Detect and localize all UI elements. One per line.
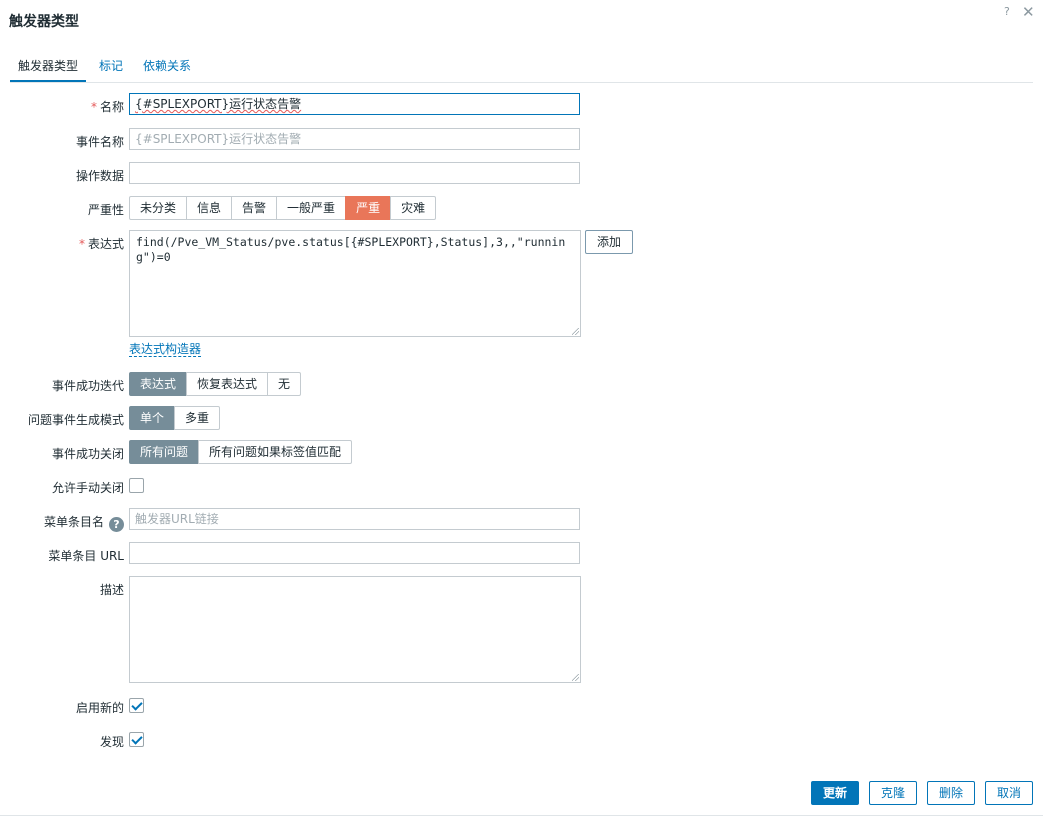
ok-close-tag-match[interactable]: 所有问题如果标签值匹配 xyxy=(198,440,353,464)
help-icon[interactable]: ? xyxy=(1004,5,1010,18)
severity-not-classified[interactable]: 未分类 xyxy=(129,196,188,220)
enabled-checkbox[interactable] xyxy=(129,698,144,713)
severity-information[interactable]: 信息 xyxy=(186,196,233,220)
severity-label: 严重性 xyxy=(87,203,124,217)
expression-constructor-link[interactable]: 表达式构造器 xyxy=(129,342,202,357)
description-label: 描述 xyxy=(99,583,124,597)
manual-close-label: 允许手动关闭 xyxy=(51,481,124,495)
manual-close-checkbox[interactable] xyxy=(129,478,144,493)
event-name-input[interactable]: {#SPLEXPORT}运行状态告警 xyxy=(129,128,580,150)
severity-selector: 未分类 信息 告警 一般严重 严重 灾难 xyxy=(129,196,437,220)
severity-average[interactable]: 一般严重 xyxy=(276,196,347,220)
url-input[interactable] xyxy=(129,542,580,564)
required-marker: * xyxy=(78,237,85,251)
expression-label: * 表达式 xyxy=(78,237,124,251)
discover-checkbox[interactable] xyxy=(129,732,144,747)
tab-dependencies[interactable]: 依赖关系 xyxy=(143,58,191,82)
problem-mode-label: 问题事件生成模式 xyxy=(27,413,124,427)
ok-event-selector: 表达式 恢复表达式 无 xyxy=(129,372,302,396)
url-name-label: 菜单条目名? xyxy=(44,513,124,532)
severity-disaster[interactable]: 灾难 xyxy=(390,196,437,220)
ok-event-label: 事件成功迭代 xyxy=(51,379,124,393)
ok-event-expression[interactable]: 表达式 xyxy=(129,372,188,396)
cancel-button[interactable]: 取消 xyxy=(985,781,1034,805)
opdata-input[interactable] xyxy=(129,162,580,184)
problem-mode-single[interactable]: 单个 xyxy=(129,406,176,430)
resize-grip[interactable] xyxy=(572,328,579,335)
url-name-input[interactable]: 触发器URL链接 xyxy=(129,508,580,530)
resize-grip[interactable] xyxy=(572,674,579,681)
problem-mode-multiple[interactable]: 多重 xyxy=(174,406,221,430)
ok-close-label: 事件成功关闭 xyxy=(51,447,124,461)
discover-label: 发现 xyxy=(99,735,124,749)
enabled-label: 启用新的 xyxy=(75,701,124,715)
close-icon[interactable]: ✕ xyxy=(1022,3,1035,21)
tab-bar: 触发器类型 标记 依赖关系 xyxy=(10,58,1033,83)
event-name-label: 事件名称 xyxy=(75,135,124,149)
opdata-label: 操作数据 xyxy=(75,169,124,183)
description-textarea[interactable] xyxy=(129,576,581,683)
name-input[interactable]: {#SPLEXPORT}运行状态告警 xyxy=(129,93,580,115)
ok-close-selector: 所有问题 所有问题如果标签值匹配 xyxy=(129,440,353,464)
delete-button[interactable]: 删除 xyxy=(927,781,976,805)
problem-mode-selector: 单个 多重 xyxy=(129,406,221,430)
update-button[interactable]: 更新 xyxy=(811,781,860,805)
severity-high[interactable]: 严重 xyxy=(345,196,392,220)
name-label: * 名称 xyxy=(90,100,124,114)
ok-event-none[interactable]: 无 xyxy=(267,372,302,396)
bottom-divider xyxy=(0,815,1043,816)
tab-trigger[interactable]: 触发器类型 xyxy=(10,58,87,82)
url-label: 菜单条目 URL xyxy=(48,549,124,563)
dialog-title: 触发器类型 xyxy=(9,14,79,30)
required-marker: * xyxy=(90,100,97,114)
ok-close-all[interactable]: 所有问题 xyxy=(129,440,200,464)
expression-textarea[interactable]: find(/Pve_VM_Status/pve.status[{#SPLEXPO… xyxy=(129,230,581,337)
ok-event-recovery[interactable]: 恢复表达式 xyxy=(186,372,269,396)
severity-warning[interactable]: 告警 xyxy=(231,196,278,220)
clone-button[interactable]: 克隆 xyxy=(869,781,918,805)
help-icon[interactable]: ? xyxy=(109,517,124,532)
add-expression-button[interactable]: 添加 xyxy=(585,230,634,254)
tab-tags[interactable]: 标记 xyxy=(99,58,123,82)
